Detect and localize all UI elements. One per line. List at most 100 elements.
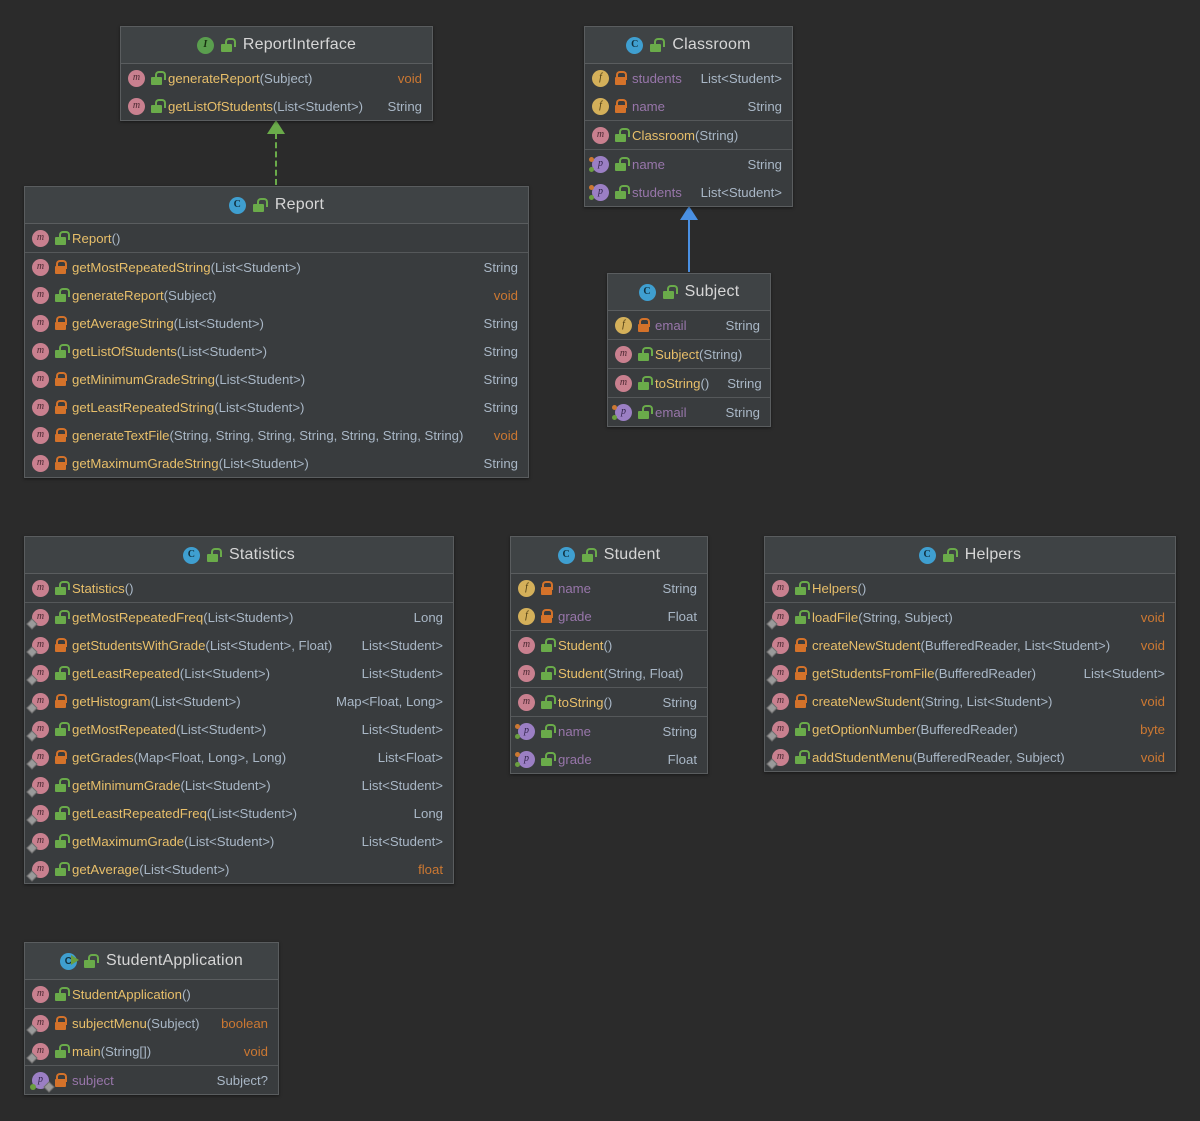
member-row[interactable]: m getLeastRepeatedFreq(List<Student>) Long [25,799,453,827]
member-row[interactable]: m Subject(String) [608,340,770,368]
field-icon: f [592,69,609,87]
class-box-statistics[interactable]: C Statistics m Statistics() m getMostRepeated… [24,536,454,884]
member-params: (List<Student>) [179,665,270,681]
member-row[interactable]: p email String [608,398,770,426]
member-row[interactable]: m getMaximumGrade(List<Student>) List<Stud… [25,827,453,855]
member-signature: getLeastRepeatedFreq(List<Student>) [72,806,297,821]
class-section-student-0: f name String f grade Float [511,574,707,631]
locked-private-icon [54,372,67,386]
locked-private-icon [54,260,67,274]
member-row[interactable]: m toString() String [511,688,707,716]
member-row[interactable]: m getMostRepeatedFreq(List<Student>) Long [25,603,453,631]
member-row[interactable]: f email String [608,311,770,339]
method-icon: m [32,804,49,822]
member-row[interactable]: m getStudentsFromFile(BufferedReader) List… [765,659,1175,687]
method-icon: m [518,636,535,654]
method-icon: m [32,985,49,1003]
class-title-reportinterface[interactable]: I ReportInterface [121,27,432,64]
member-row[interactable]: p name String [511,717,707,745]
member-row[interactable]: m getMaximumGradeString(List<Student>) Str… [25,449,528,477]
class-box-report[interactable]: C Report m Report() m getMostRepeatedString(L… [24,186,529,478]
member-row[interactable]: f name String [511,574,707,602]
member-row[interactable]: p grade Float [511,745,707,773]
member-params: (List<Student>) [139,861,230,877]
member-params: (Map<Float, Long>, Long) [133,749,287,765]
member-row[interactable]: m loadFile(String, Subject) void [765,603,1175,631]
member-row[interactable]: m getMostRepeated(List<Student>) List<Stud… [25,715,453,743]
class-box-helpers[interactable]: C Helpers m Helpers() m loadFile(String, Subj… [764,536,1176,772]
class-box-classroom[interactable]: C Classroom f students List<Student> f name Str… [584,26,793,207]
member-row[interactable]: m subjectMenu(Subject) boolean [25,1009,278,1037]
member-row[interactable]: f name String [585,92,792,120]
member-signature: getAverage(List<Student>) [72,862,229,877]
class-title-helpers[interactable]: C Helpers [765,537,1175,574]
member-row[interactable]: m getOptionNumber(BufferedReader) byte [765,715,1175,743]
member-row[interactable]: m addStudentMenu(BufferedReader, Subject)… [765,743,1175,771]
member-params: (List<Student>) [150,693,241,709]
member-row[interactable]: m main(String[]) void [25,1037,278,1065]
class-box-studentapplication[interactable]: C StudentApplication m StudentApplication()… [24,942,279,1095]
member-row[interactable]: m toString() String [608,369,770,397]
member-signature: getMostRepeatedFreq(List<Student>) [72,610,293,625]
locked-private-icon [54,638,67,652]
member-name: Statistics [72,580,125,596]
member-type: String [483,343,518,359]
member-row[interactable]: f grade Float [511,602,707,630]
member-type: void [493,287,518,303]
member-row[interactable]: m getGrades(Map<Float, Long>, Long) List<F… [25,743,453,771]
class-box-student[interactable]: C Student f name String f grade Float m Student()… [510,536,708,774]
method-icon: m [32,1042,49,1060]
member-params: (String[]) [100,1043,152,1059]
member-row[interactable]: m Classroom(String) [585,121,792,149]
method-icon: m [32,860,49,878]
member-row[interactable]: m Student(String, Float) [511,659,707,687]
member-row[interactable]: m getMinimumGradeString(List<Student>) Str… [25,365,528,393]
class-title-report[interactable]: C Report [25,187,528,224]
member-row[interactable]: m generateReport(Subject) void [25,281,528,309]
class-icon: C [638,283,656,301]
member-row[interactable]: m createNewStudent(String, List<Student>)… [765,687,1175,715]
method-icon: m [32,342,49,360]
member-name: addStudentMenu [812,749,913,765]
class-title-classroom[interactable]: C Classroom [585,27,792,64]
member-name: email [655,317,687,333]
member-row[interactable]: m Student() [511,631,707,659]
member-type: List<Student> [361,833,443,849]
member-row[interactable]: f students List<Student> [585,64,792,92]
member-params: (Subject) [146,1015,200,1031]
class-title-statistics[interactable]: C Statistics [25,537,453,574]
member-row[interactable]: m Helpers() [765,574,1175,602]
class-box-subject[interactable]: C Subject f email String m Subject(String) m toS… [607,273,771,427]
member-row[interactable]: m getListOfStudents(List<Student>) String [121,92,432,120]
member-signature: getMaximumGradeString(List<Student>) [72,456,309,471]
member-row[interactable]: m getHistogram(List<Student>) Map<Float, L… [25,687,453,715]
member-row[interactable]: m Report() [25,224,528,252]
member-row[interactable]: m Statistics() [25,574,453,602]
member-row[interactable]: m getAverage(List<Student>) float [25,855,453,883]
member-row[interactable]: m getLeastRepeatedString(List<Student>) St… [25,393,528,421]
member-row[interactable]: m generateTextFile(String, String, String… [25,421,528,449]
class-section-student-2: m toString() String [511,688,707,717]
member-signature: grade [558,752,592,767]
unlocked-public-icon [614,157,630,171]
member-row[interactable]: m getStudentsWithGrade(List<Student>, Flo… [25,631,453,659]
member-row[interactable]: m getLeastRepeated(List<Student>) List<Stu… [25,659,453,687]
member-row[interactable]: p subject Subject? [25,1066,278,1094]
member-row[interactable]: m getListOfStudents(List<Student>) String [25,337,528,365]
member-signature: getLeastRepeatedString(List<Student>) [72,400,304,415]
member-row[interactable]: m getMostRepeatedString(List<Student>) Str… [25,253,528,281]
member-row[interactable]: m getMinimumGrade(List<Student>) List<Stud… [25,771,453,799]
member-row[interactable]: m getAverageString(List<Student>) String [25,309,528,337]
class-title-studentapplication[interactable]: C StudentApplication [25,943,278,980]
class-title-subject[interactable]: C Subject [608,274,770,311]
member-row[interactable]: m createNewStudent(BufferedReader, List<S… [765,631,1175,659]
unlocked-public-icon [206,548,222,562]
class-box-reportinterface[interactable]: I ReportInterface m generateReport(Subject)… [120,26,433,121]
member-name: getAverageString [72,315,174,331]
member-row[interactable]: p name String [585,150,792,178]
member-row[interactable]: m generateReport(Subject) void [121,64,432,92]
member-row[interactable]: m StudentApplication() [25,980,278,1008]
class-title-student[interactable]: C Student [511,537,707,574]
member-signature: generateReport(Subject) [72,288,216,303]
member-row[interactable]: p students List<Student> [585,178,792,206]
